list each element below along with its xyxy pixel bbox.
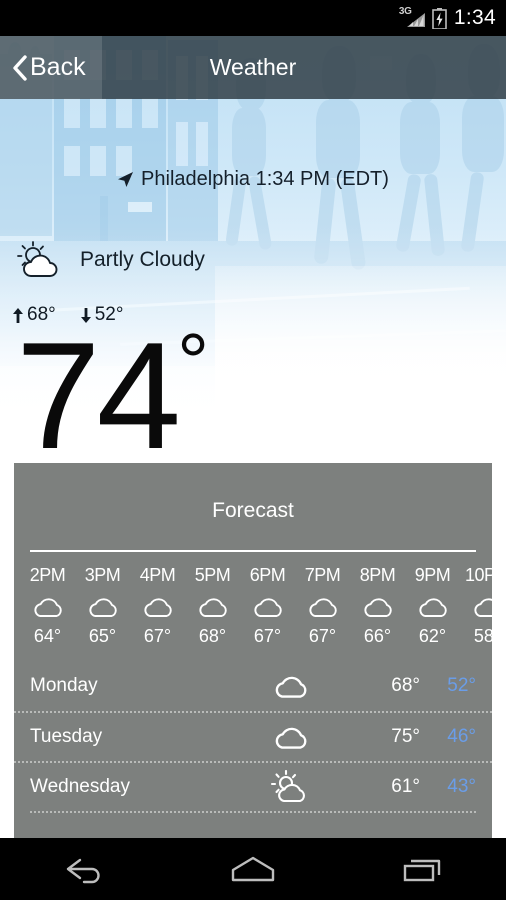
hourly-forecast-item[interactable]: 7PM 67°: [295, 565, 350, 647]
cloud-icon: [88, 598, 117, 617]
chevron-left-icon: [13, 54, 27, 81]
daily-condition-icon-wrap: [220, 725, 362, 750]
status-bar: 3G 1:34: [0, 0, 506, 36]
cloud-icon: [473, 598, 492, 617]
hourly-condition-icon-wrap: [75, 590, 130, 624]
daily-high-value: 75°: [391, 726, 420, 747]
nav-back-button[interactable]: [39, 838, 129, 900]
daily-low-value: 43°: [447, 776, 476, 797]
hourly-time-label: 5PM: [194, 565, 231, 585]
hourly-time-label: 3PM: [84, 565, 121, 585]
hourly-time-label: 7PM: [304, 565, 341, 585]
hourly-temp-value: 67°: [143, 626, 172, 646]
hourly-temp-value: 68°: [198, 626, 227, 646]
current-temperature: 74°: [16, 317, 210, 457]
cloud-icon: [275, 676, 307, 698]
android-navigation-bar: [0, 838, 506, 900]
hourly-temp-value: 58°: [473, 626, 492, 646]
hourly-forecast-item[interactable]: 6PM 67°: [240, 565, 295, 647]
daily-high-value: 68°: [391, 675, 420, 696]
daily-condition-icon-wrap: [220, 674, 362, 699]
hourly-time-label: 10PM: [464, 565, 492, 585]
hourly-temp-value: 64°: [33, 626, 62, 646]
hourly-forecast-strip[interactable]: 2PM 64° 3PM 65° 4PM 67° 5PM 68° 6PM 67° 7PM 67° 8PM 6…: [14, 552, 492, 647]
status-clock: 1:34: [453, 6, 496, 29]
hero-section: Philadelphia 1:34 PM (EDT) Partly Cloudy: [0, 36, 506, 456]
location-row: Philadelphia 1:34 PM (EDT): [0, 168, 506, 191]
daily-day-label: Tuesday: [30, 726, 103, 747]
daily-low-value: 46°: [447, 726, 476, 747]
hourly-condition-icon-wrap: [460, 590, 492, 624]
daily-forecast-row[interactable]: Tuesday 75° 46°: [14, 711, 492, 761]
hourly-time-label: 2PM: [29, 565, 66, 585]
nav-back-icon: [67, 858, 101, 884]
hourly-forecast-item[interactable]: 5PM 68°: [185, 565, 240, 647]
daily-forecast-list: Monday 68° 52° Tuesday 75° 46° Wednesday 61° 43°: [14, 661, 492, 811]
hourly-temp-value: 66°: [363, 626, 392, 646]
daily-list-bottom-divider: [30, 811, 476, 813]
forecast-card: Forecast 2PM 64° 3PM 65° 4PM 67° 5PM 68° 6PM 67° 7…: [14, 463, 492, 838]
hourly-condition-icon-wrap: [185, 590, 240, 624]
weather-app-screen: 3G 1:34 Philadelphia 1:34 PM (EDT) Partl…: [0, 0, 506, 900]
signal-bars-icon: 3G: [399, 6, 425, 29]
hourly-condition-icon-wrap: [405, 590, 460, 624]
forecast-title: Forecast: [212, 499, 294, 522]
hourly-temp-value: 67°: [253, 626, 282, 646]
cloud-icon: [143, 598, 172, 617]
nav-home-button[interactable]: [208, 838, 298, 900]
daily-forecast-row[interactable]: Monday 68° 52°: [14, 661, 492, 711]
hourly-temp-value: 62°: [418, 626, 447, 646]
hourly-temp-value: 67°: [308, 626, 337, 646]
hourly-condition-icon-wrap: [20, 590, 75, 624]
hourly-temp-value: 65°: [88, 626, 117, 646]
cloud-icon: [198, 598, 227, 617]
app-bar: Back Weather: [0, 36, 506, 99]
cloud-icon: [253, 598, 282, 617]
battery-charging-icon: [432, 7, 447, 29]
daily-forecast-row[interactable]: Wednesday 61° 43°: [14, 761, 492, 811]
cloud-icon: [418, 598, 447, 617]
hourly-condition-icon-wrap: [240, 590, 295, 624]
daily-low-value: 52°: [447, 675, 476, 696]
hourly-forecast-item[interactable]: 10PM 58°: [460, 565, 492, 647]
hourly-forecast-item[interactable]: 8PM 66°: [350, 565, 405, 647]
degree-symbol: °: [177, 317, 210, 406]
cloud-icon: [308, 598, 337, 617]
back-button-label: Back: [30, 53, 86, 81]
nav-recents-button[interactable]: [377, 838, 467, 900]
location-arrow-icon: [118, 172, 134, 187]
condition-label: Partly Cloudy: [80, 248, 205, 271]
daily-condition-icon-wrap: [220, 770, 362, 804]
hourly-condition-icon-wrap: [350, 590, 405, 624]
hourly-condition-icon-wrap: [295, 590, 350, 624]
nav-home-icon: [231, 856, 275, 882]
daily-day-label: Wednesday: [30, 776, 130, 797]
hourly-time-label: 4PM: [139, 565, 176, 585]
nav-recents-icon: [403, 859, 440, 882]
current-condition-row: Partly Cloudy: [14, 240, 205, 280]
hourly-time-label: 9PM: [414, 565, 451, 585]
back-button[interactable]: Back: [0, 36, 102, 99]
hourly-time-label: 6PM: [249, 565, 286, 585]
cloud-icon: [275, 727, 307, 749]
cloud-icon: [33, 598, 62, 617]
cloud-icon: [363, 598, 392, 617]
current-temperature-value: 74: [16, 311, 181, 456]
hourly-forecast-item[interactable]: 3PM 65°: [75, 565, 130, 647]
daily-high-value: 61°: [391, 776, 420, 797]
hourly-condition-icon-wrap: [130, 590, 185, 624]
hourly-forecast-item[interactable]: 4PM 67°: [130, 565, 185, 647]
daily-day-label: Monday: [30, 675, 98, 696]
hourly-forecast-item[interactable]: 2PM 64°: [20, 565, 75, 647]
hourly-forecast-item[interactable]: 9PM 62°: [405, 565, 460, 647]
partly-cloudy-icon: [17, 241, 58, 277]
hourly-time-label: 8PM: [359, 565, 396, 585]
location-label: Philadelphia 1:34 PM (EDT): [141, 168, 389, 190]
partly-cloudy-icon: [270, 770, 305, 803]
